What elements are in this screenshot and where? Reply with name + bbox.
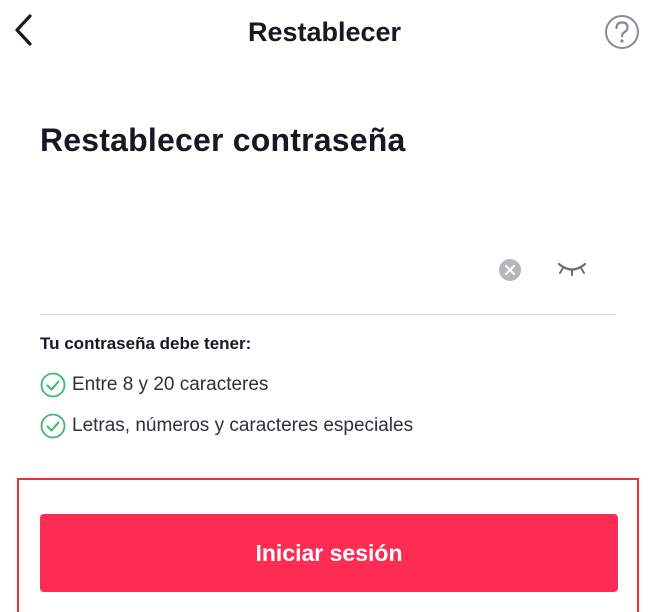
clear-password-button[interactable] xyxy=(495,257,525,287)
requirement-item: Letras, números y caracteres especiales xyxy=(40,413,620,439)
page-title: Restablecer contraseña xyxy=(40,122,406,158)
help-button[interactable] xyxy=(602,14,642,54)
password-requirements: Tu contraseña debe tener: Entre 8 y 20 c… xyxy=(40,332,620,454)
nav-bar: Restablecer xyxy=(0,0,649,66)
requirement-label: Letras, números y caracteres especiales xyxy=(72,415,414,436)
check-circle-icon xyxy=(40,372,66,398)
requirement-item: Entre 8 y 20 caracteres xyxy=(40,372,620,398)
reset-password-screen: Restablecer Restablecer contraseña Tu co… xyxy=(0,0,649,612)
toggle-password-visibility-button[interactable] xyxy=(552,256,592,286)
requirement-label: Entre 8 y 20 caracteres xyxy=(72,374,269,395)
requirements-heading: Tu contraseña debe tener: xyxy=(40,334,252,353)
password-field xyxy=(40,240,616,315)
check-circle-icon xyxy=(40,413,66,439)
question-circle-icon xyxy=(603,13,641,56)
eye-closed-icon xyxy=(555,258,589,285)
nav-title: Restablecer xyxy=(247,17,402,47)
clear-circle-icon xyxy=(498,258,522,287)
password-input[interactable] xyxy=(40,252,480,292)
login-button[interactable]: Iniciar sesión xyxy=(40,514,618,592)
